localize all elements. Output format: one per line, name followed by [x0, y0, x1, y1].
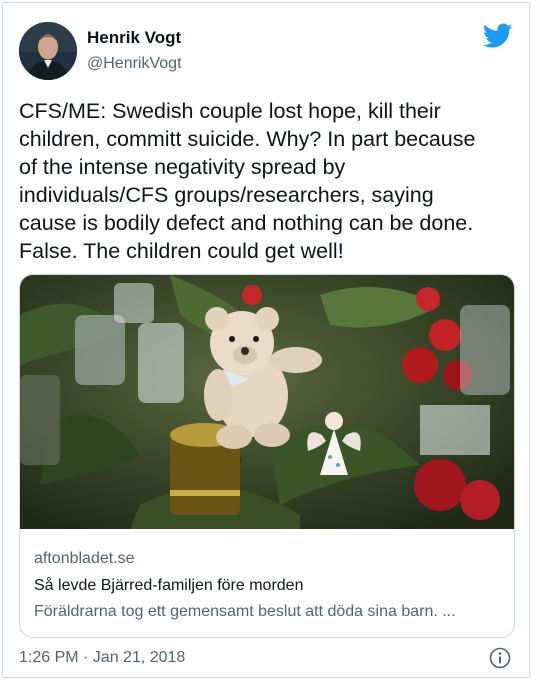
link-description[interactable]: Föräldrarna tog ett gemensamt beslut att… [34, 603, 504, 621]
tweet-card: Henrik Vogt @HenrikVogt CFS/ME: Swedish … [2, 2, 530, 678]
author-name[interactable]: Henrik Vogt [87, 28, 181, 48]
tweet-text: CFS/ME: Swedish couple lost hope, kill t… [19, 99, 476, 263]
author-handle[interactable]: @HenrikVogt [87, 55, 182, 73]
avatar[interactable] [19, 22, 77, 80]
link-domain[interactable]: aftonbladet.se [34, 550, 135, 568]
link-preview-card[interactable]: aftonbladet.se Så levde Bjärred-familjen… [19, 274, 515, 638]
info-icon[interactable] [489, 647, 511, 669]
tweet-timestamp[interactable]: 1:26 PM · Jan 21, 2018 [19, 649, 185, 667]
link-preview-image[interactable] [20, 275, 514, 529]
link-title[interactable]: Så levde Bjärred-familjen före morden [34, 577, 303, 595]
twitter-bird-icon[interactable] [482, 23, 513, 49]
avatar-image [19, 22, 77, 80]
